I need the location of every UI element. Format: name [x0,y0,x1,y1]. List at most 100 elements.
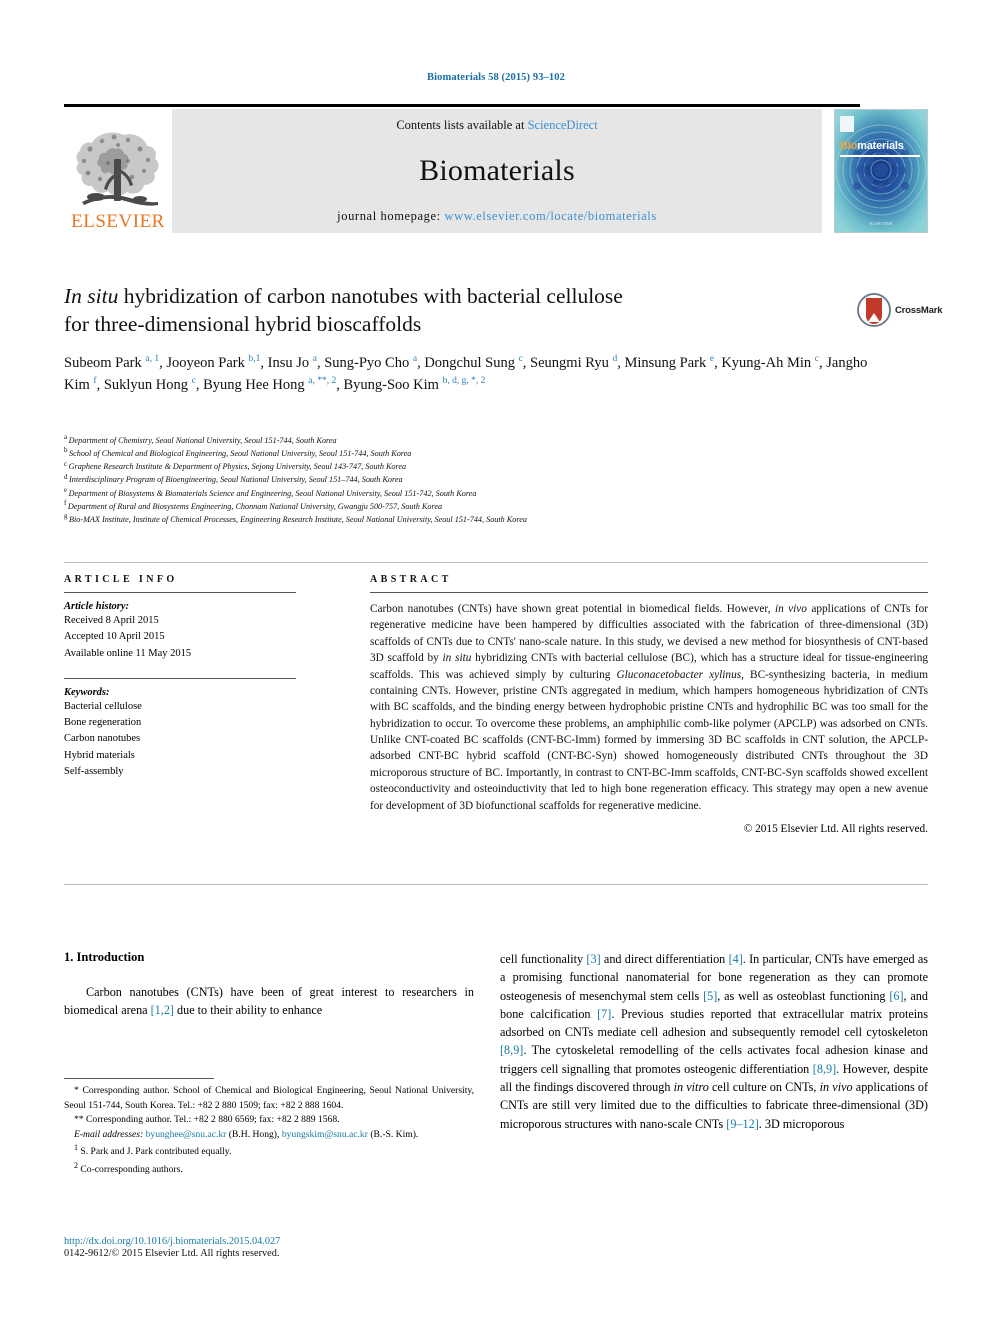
crossmark-icon [857,293,891,327]
affiliation-item: g Bio-MAX Institute, Institute of Chemica… [64,513,924,526]
author-name[interactable]: Insu Jo [268,355,313,371]
abstract-seg-4: , BC-synthesizing bacteria, in medium co… [370,668,928,812]
abstract-text: Carbon nanotubes (CNTs) have shown great… [370,601,928,814]
affiliation-mark: b [64,446,68,455]
footnote-text: Co-corresponding authors. [78,1164,183,1176]
author-list: Subeom Park a, 1, Jooyeon Park b,1, Insu… [64,353,884,397]
journal-title: Biomaterials [419,154,575,187]
title-italic-prefix: In situ [64,284,119,308]
journal-homepage-link[interactable]: www.elsevier.com/locate/biomaterials [444,209,656,223]
author-name[interactable]: Seungmi Ryu [530,355,612,371]
keyword-item: Carbon nanotubes [64,733,141,745]
affiliation-text: Interdisciplinary Program of Bioengineer… [69,475,403,485]
affiliation-mark: a [64,433,68,442]
paragraph-text: and direct differentiation [600,952,729,966]
keyword-item: Self-assembly [64,765,124,777]
citation-ref[interactable]: [9–12] [726,1117,759,1131]
introduction-left-column: 1. Introduction Carbon nanotubes (CNTs) … [64,950,474,1020]
abstract-heading: ABSTRACT [370,574,452,585]
author-separator: , [522,355,531,371]
email-owner-hong: (B.H. Hong), [226,1128,282,1140]
cover-title-materials: materials [857,140,904,152]
author-affiliation-mark: a, **, 2 [308,375,337,386]
author-name[interactable]: Sung-Pyo Cho [324,355,413,371]
sciencedirect-link[interactable]: ScienceDirect [528,118,598,132]
author-name[interactable]: Suklyun Hong [104,377,192,393]
footnote-corresponding-2: ** Corresponding author. Tel.: +82 2 880… [64,1113,474,1128]
footnote-rule [64,1078,214,1079]
citation-ref[interactable]: [7] [597,1007,611,1021]
article-history-online: Available online 11 May 2015 [64,647,192,659]
cover-title-bio: Bio [840,140,858,152]
author-name[interactable]: Dongchul Sung [424,355,518,371]
citation-ref[interactable]: [3] [586,952,600,966]
footnote-note-2: 2 Co-corresponding authors. [64,1160,474,1178]
affiliation-mark: e [64,485,68,494]
info-abstract-bottom-rule [64,884,928,885]
abstract-copyright: © 2015 Elsevier Ltd. All rights reserved… [743,822,928,835]
author-name[interactable]: Minsung Park [624,355,709,371]
keyword-item: Bone regeneration [64,717,142,729]
abstract-em-1: in vivo [774,603,807,615]
contents-prefix: Contents lists available at [396,118,528,132]
citation-ref[interactable]: [8,9] [500,1043,523,1057]
citation-ref[interactable]: [5] [703,989,717,1003]
footnote-text: S. Park and J. Park contributed equally. [78,1146,232,1158]
emphasis-text: in vitro [673,1080,709,1095]
introduction-right-column: cell functionality [3] and direct differ… [500,950,928,1133]
affiliation-mark: c [64,459,68,468]
keyword-item: Bacterial cellulose [64,700,142,712]
author-name[interactable]: Jooyeon Park [166,355,248,371]
affiliation-item: b School of Chemical and Biological Engin… [64,447,924,460]
citation-ref[interactable]: [4] [729,952,743,966]
author-name[interactable]: Kyung-Ah Min [721,355,814,371]
title-line-1: hybridization of carbon nanotubes with b… [118,284,623,308]
paragraph-text: cell functionality [500,952,587,966]
author-name[interactable]: Byung-Soo Kim [343,377,442,393]
affiliation-text: Department of Chemistry, Seoul National … [68,436,337,445]
email-link-kim[interactable]: byungskim@snu.ac.kr [282,1129,368,1140]
section-heading-introduction: 1. Introduction [64,950,145,964]
affiliation-item: d Interdisciplinary Program of Bioenginee… [64,473,924,486]
running-head: Biomaterials 58 (2015) 93–102 [427,72,565,83]
author-affiliation-mark: b, d, g, *, 2 [442,375,486,386]
doi-link[interactable]: http://dx.doi.org/10.1016/j.biomaterials… [64,1236,484,1247]
elsevier-logo: ELSEVIER [64,109,172,233]
article-page: Biomaterials 58 (2015) 93–102 ELSEVIER C… [0,0,992,1323]
footnote-block: * Corresponding author. School of Chemic… [64,1078,474,1178]
article-info-rule [64,592,296,593]
crossmark-badge[interactable]: CrossMark [857,285,952,335]
citation-ref[interactable]: [6] [889,989,903,1003]
email-label: E-mail addresses: [74,1128,144,1140]
paragraph-text: cell culture on CNTs, [708,1080,820,1095]
paragraph-text: , as well as osteoblast functioning [717,988,890,1003]
title-line-2: for three-dimensional hybrid bioscaffold… [64,311,422,336]
keyword-item: Hybrid materials [64,749,135,761]
affiliation-list: a Department of Chemistry, Seoul National… [64,434,924,526]
journal-cover-thumbnail: Biomaterials ELSEVIER [834,109,928,233]
elsevier-tree-icon [76,132,159,206]
author-affiliation-mark: b,1 [248,354,261,365]
keywords-label: Keywords: [64,686,110,698]
abstract-rule [370,592,928,593]
email-owner-kim: (B.-S. Kim). [367,1128,419,1140]
citation-ref[interactable]: [1,2] [151,1003,174,1017]
author-name[interactable]: Subeom Park [64,355,145,371]
footer-block: http://dx.doi.org/10.1016/j.biomaterials… [64,1236,484,1259]
intro-paragraph-left: Carbon nanotubes (CNTs) have been of gre… [64,983,474,1020]
footnote-text: Corresponding author. Tel.: +82 2 880 65… [83,1114,340,1126]
footnote-emails: E-mail addresses: byunghee@snu.ac.kr (B.… [64,1128,474,1143]
elsevier-wordmark: ELSEVIER [71,211,165,232]
emphasis-text: in vivo [819,1080,853,1095]
article-info-heading: ARTICLE INFO [64,574,178,585]
citation-ref[interactable]: [8,9] [813,1062,836,1076]
author-separator: , [260,355,268,371]
intro-left-seg-2: due to their ability to enhance [173,1003,323,1018]
author-name[interactable]: Byung Hee Hong [203,377,308,393]
affiliation-text: Graphene Research Institute & Department… [68,462,407,472]
footnote-note-1: 1 S. Park and J. Park contributed equall… [64,1142,474,1160]
email-link-hong[interactable]: byunghee@snu.ac.kr [146,1129,227,1140]
cover-title-rule [840,155,920,157]
journal-homepage-line: journal homepage: www.elsevier.com/locat… [337,209,657,224]
abstract-seg-1: Carbon nanotubes (CNTs) have shown great… [370,603,775,615]
